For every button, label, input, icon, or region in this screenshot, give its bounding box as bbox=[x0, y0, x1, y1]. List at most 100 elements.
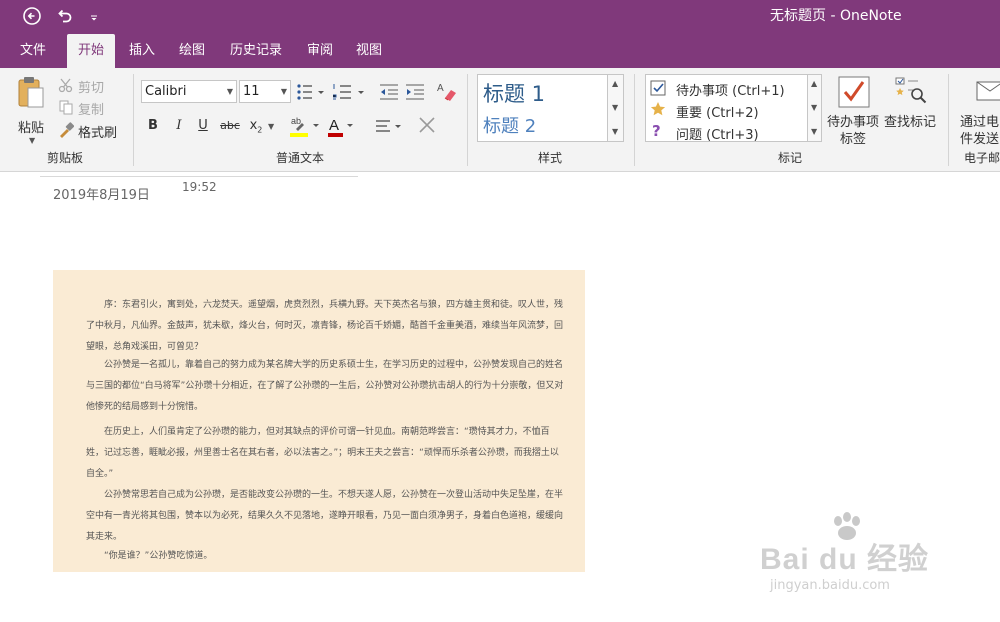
bullets-button[interactable] bbox=[296, 82, 326, 102]
email-page-button[interactable]: 通过电 件发送 bbox=[956, 74, 1000, 150]
customize-quick-access-chevron-down-icon[interactable] bbox=[84, 4, 104, 28]
scroll-down-icon[interactable]: ▼ bbox=[612, 103, 618, 112]
basic-text-group-label: 普通文本 bbox=[275, 151, 324, 165]
onenote-window: 无标题页 - OneNote 文件 开始 插入 绘图 历史记录 审阅 视图 粘贴… bbox=[0, 0, 1000, 622]
question-mark-icon: ? bbox=[652, 122, 661, 140]
font-size-select[interactable]: 11 ▼ bbox=[239, 80, 291, 103]
star-icon bbox=[650, 102, 666, 116]
image-paragraph: 在历史上，人们虽肯定了公孙瓒的能力，但对其缺点的评价可谓一针见血。南朝范晔尝言：… bbox=[86, 427, 559, 479]
scroll-up-icon[interactable]: ▲ bbox=[612, 79, 618, 88]
more-styles-icon[interactable]: ▼ bbox=[612, 127, 618, 136]
group-divider bbox=[948, 74, 949, 166]
tab-history[interactable]: 历史记录 bbox=[220, 34, 292, 68]
decrease-indent-button[interactable] bbox=[378, 82, 400, 102]
font-color-icon: A bbox=[328, 117, 353, 137]
scroll-down-icon[interactable]: ▼ bbox=[811, 103, 817, 112]
todo-tag-button[interactable]: 待办事项 标签 bbox=[826, 74, 882, 150]
tab-view[interactable]: 视图 bbox=[345, 34, 393, 68]
tab-draw[interactable]: 绘图 bbox=[168, 34, 216, 68]
style-heading-1[interactable]: 标题 1 bbox=[483, 78, 545, 108]
eraser-icon: A bbox=[437, 83, 456, 101]
tags-group-label: 标记 bbox=[777, 151, 802, 165]
outdent-icon bbox=[380, 84, 398, 100]
font-family-select[interactable]: Calibri ▼ bbox=[141, 80, 237, 103]
ribbon-tabs: 文件 开始 插入 绘图 历史记录 审阅 视图 bbox=[0, 34, 1000, 68]
svg-text:ab: ab bbox=[291, 116, 301, 126]
find-tags-button[interactable]: 查找标记 bbox=[884, 74, 942, 130]
paintbrush-icon bbox=[60, 122, 74, 138]
clipboard-icon bbox=[18, 77, 44, 108]
checkmark-box-icon bbox=[838, 76, 870, 108]
cut-label: 剪切 bbox=[78, 81, 105, 96]
page-title-line[interactable] bbox=[40, 176, 358, 177]
subscript-button[interactable]: x2 bbox=[246, 116, 266, 136]
ribbon-home: 粘贴 ▼ 剪切 复制 格式刷 剪贴板 Calibri ▼ 11 ▼ A B I … bbox=[0, 68, 1000, 172]
undo-icon[interactable] bbox=[52, 4, 78, 28]
tab-review[interactable]: 审阅 bbox=[296, 34, 344, 68]
tag-important-label: 重要 (Ctrl+2) bbox=[676, 106, 759, 121]
back-circle-icon[interactable] bbox=[20, 4, 46, 28]
copy-button[interactable]: 复制 bbox=[58, 98, 128, 118]
tag-question[interactable]: ? 问题 (Ctrl+3) bbox=[650, 122, 805, 143]
envelope-icon bbox=[976, 81, 1000, 101]
italic-button[interactable]: I bbox=[170, 116, 188, 136]
window-title: 无标题页 - OneNote bbox=[770, 8, 902, 24]
baidu-jingyan-watermark: Bai du 经验 jingyan.baidu.com bbox=[760, 512, 960, 602]
group-divider bbox=[133, 74, 134, 166]
image-paragraph: 序：东君引火，寓到处，六龙焚天。遥望烟，虎贲烈烈，兵横九野。天下英杰名与狼，四方… bbox=[86, 300, 564, 352]
tab-home[interactable]: 开始 bbox=[67, 34, 115, 68]
tags-gallery: 待办事项 (Ctrl+1) 重要 (Ctrl+2) ? 问题 (Ctrl+3) bbox=[645, 74, 808, 143]
find-tags-icon bbox=[895, 77, 927, 104]
watermark-brand: Bai du 经验 bbox=[760, 543, 930, 576]
bold-button[interactable]: B bbox=[144, 116, 162, 136]
increase-indent-button[interactable] bbox=[404, 82, 426, 102]
more-tags-icon[interactable]: ▼ bbox=[811, 127, 817, 136]
font-color-button[interactable]: A bbox=[326, 114, 356, 138]
copy-label: 复制 bbox=[78, 103, 105, 118]
image-paragraph: 公孙赞是一名孤儿，靠着自己的努力成为某名牌大学的历史系硕士生，在学习历史的过程中… bbox=[86, 360, 564, 412]
find-tags-label: 查找标记 bbox=[884, 115, 937, 130]
paragraph-align-button[interactable] bbox=[374, 116, 404, 136]
chevron-down-icon: ▼ bbox=[29, 136, 36, 145]
highlight-color-button[interactable]: ab bbox=[288, 114, 322, 138]
group-divider bbox=[467, 74, 468, 166]
tags-gallery-scroll[interactable]: ▲ ▼ ▼ bbox=[808, 74, 822, 142]
styles-gallery: 标题 1 标题 2 bbox=[477, 74, 608, 142]
scroll-up-icon[interactable]: ▲ bbox=[811, 79, 817, 88]
delete-button[interactable] bbox=[416, 114, 438, 136]
tag-important[interactable]: 重要 (Ctrl+2) bbox=[650, 100, 805, 121]
paste-button[interactable]: 粘贴 ▼ bbox=[10, 74, 50, 145]
page-time: 19:52 bbox=[182, 180, 217, 194]
chevron-down-icon: ▼ bbox=[226, 87, 233, 96]
styles-group-label: 样式 bbox=[537, 151, 562, 165]
note-image[interactable]: 序：东君引火，寓到处，六龙焚天。遥望烟，虎贲烈烈，兵横九野。天下英杰名与狼，四方… bbox=[53, 270, 585, 572]
group-divider bbox=[634, 74, 635, 166]
highlighter-icon: ab bbox=[290, 116, 319, 137]
bulleted-list-icon bbox=[297, 84, 324, 100]
underline-button[interactable]: U bbox=[194, 116, 212, 136]
strikethrough-button[interactable]: abc bbox=[218, 116, 242, 136]
svg-text:A: A bbox=[437, 83, 444, 94]
tag-question-label: 问题 (Ctrl+3) bbox=[676, 128, 759, 143]
tab-file[interactable]: 文件 bbox=[9, 34, 57, 68]
image-paragraph: “你是谁？”公孙赞吃惊道。 bbox=[104, 551, 213, 561]
font-size-value: 11 bbox=[243, 84, 260, 99]
tag-todo[interactable]: 待办事项 (Ctrl+1) bbox=[650, 78, 805, 99]
format-painter-button[interactable]: 格式刷 bbox=[58, 121, 128, 141]
chevron-down-icon: ▼ bbox=[280, 87, 287, 96]
style-heading-2[interactable]: 标题 2 bbox=[483, 112, 536, 138]
svg-text:A: A bbox=[329, 117, 339, 134]
tab-insert[interactable]: 插入 bbox=[118, 34, 166, 68]
title-bar: 无标题页 - OneNote bbox=[0, 0, 1000, 34]
cut-button[interactable]: 剪切 bbox=[58, 76, 128, 96]
scissors-icon bbox=[58, 78, 73, 93]
tag-todo-label: 待办事项 (Ctrl+1) bbox=[676, 84, 785, 99]
numbering-button[interactable] bbox=[332, 82, 366, 102]
image-paragraph: 公孙赞常思若自己成为公孙瓒，是否能改变公孙瓒的一生。不想天遂人愿，公孙赞在一次登… bbox=[86, 490, 564, 542]
align-left-icon bbox=[376, 120, 401, 132]
numbered-list-icon bbox=[333, 84, 364, 100]
clear-formatting-button[interactable]: A bbox=[436, 80, 458, 102]
clipboard-group-label: 剪贴板 bbox=[46, 151, 83, 165]
todo-tag-label-line2: 标签 bbox=[840, 132, 867, 147]
styles-gallery-scroll[interactable]: ▲ ▼ ▼ bbox=[608, 74, 624, 142]
